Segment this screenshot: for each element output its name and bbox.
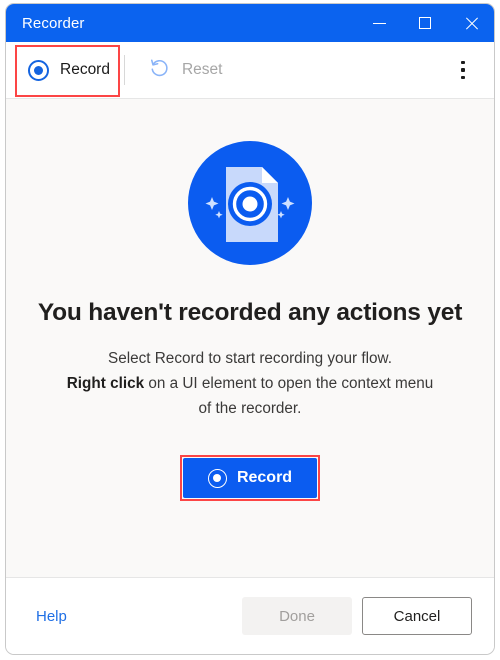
done-button[interactable]: Done bbox=[242, 597, 352, 635]
undo-arrow-icon bbox=[149, 57, 171, 84]
title-bar: Recorder bbox=[6, 4, 494, 42]
recorder-window: Recorder Record Reset You haven't record… bbox=[5, 3, 495, 655]
toolbar-record-button[interactable]: Record bbox=[20, 50, 118, 90]
toolbar: Record Reset bbox=[6, 42, 494, 99]
minimize-button[interactable] bbox=[356, 4, 402, 42]
footer-bar: Help Done Cancel bbox=[6, 577, 494, 654]
record-circle-icon bbox=[207, 468, 227, 488]
primary-record-button-wrap: Record bbox=[180, 455, 320, 501]
help-link[interactable]: Help bbox=[36, 608, 67, 625]
maximize-icon bbox=[419, 17, 431, 29]
instruction-line-2: on a UI element to open the context menu… bbox=[144, 375, 434, 417]
instruction-line-1: Select Record to start recording your fl… bbox=[108, 350, 392, 367]
minimize-icon bbox=[372, 22, 386, 24]
toolbar-record-label: Record bbox=[60, 61, 110, 78]
record-circle-icon bbox=[28, 59, 49, 81]
instruction-bold-phrase: Right click bbox=[66, 375, 145, 392]
close-icon bbox=[464, 16, 479, 31]
toolbar-separator bbox=[123, 55, 125, 85]
close-button[interactable] bbox=[448, 4, 494, 42]
window-controls bbox=[356, 4, 494, 42]
document-record-illustration bbox=[188, 141, 312, 265]
page-title: You haven't recorded any actions yet bbox=[37, 299, 463, 326]
footer-actions: Done Cancel bbox=[242, 597, 472, 635]
empty-state-content: You haven't recorded any actions yet Sel… bbox=[6, 99, 494, 577]
window-title: Recorder bbox=[22, 14, 85, 32]
toolbar-reset-button[interactable]: Reset bbox=[141, 50, 231, 90]
instruction-text: Select Record to start recording your fl… bbox=[65, 346, 435, 421]
record-button-label: Record bbox=[236, 469, 293, 486]
kebab-menu-icon[interactable] bbox=[450, 53, 476, 87]
maximize-button[interactable] bbox=[402, 4, 448, 42]
cancel-button[interactable]: Cancel bbox=[362, 597, 472, 635]
toolbar-reset-label: Reset bbox=[181, 61, 223, 78]
record-button[interactable]: Record bbox=[183, 458, 317, 498]
